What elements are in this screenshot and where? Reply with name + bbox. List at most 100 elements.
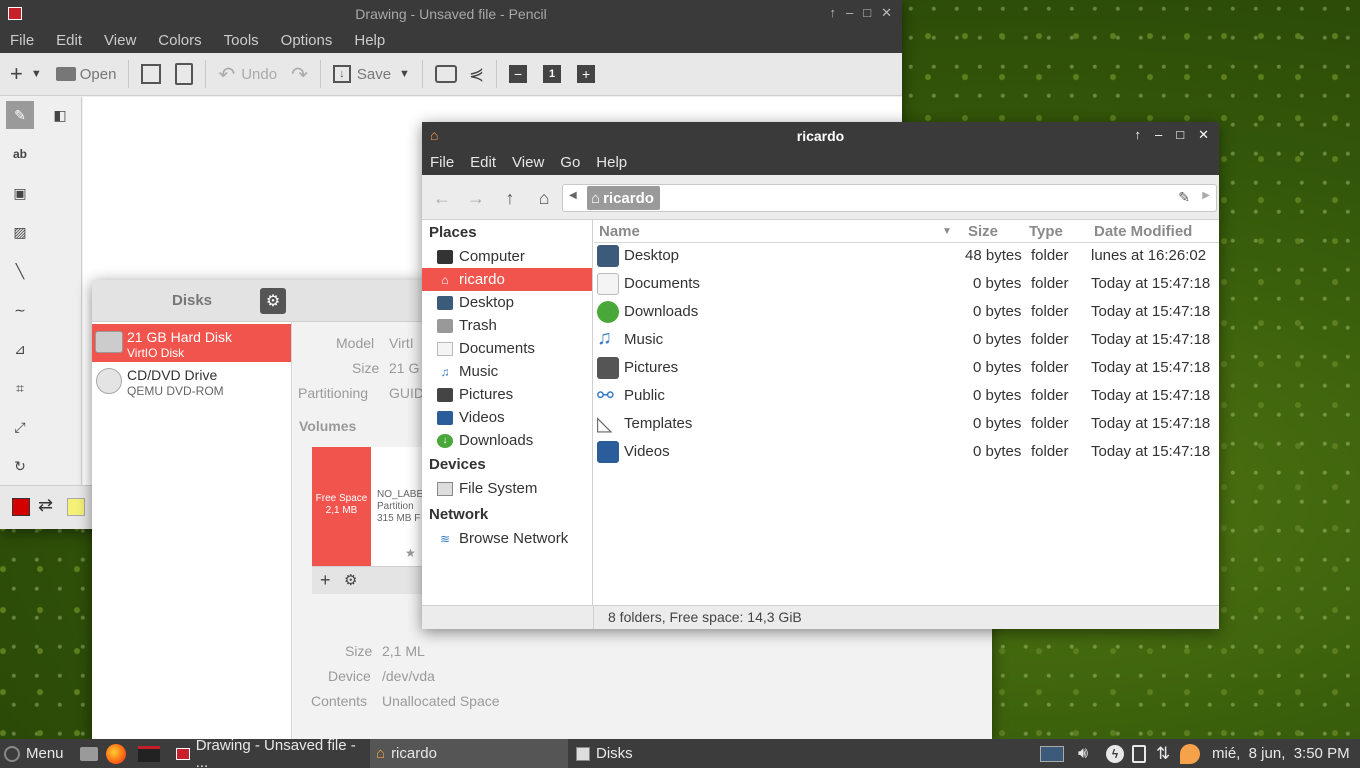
volume-partition[interactable]: NO_LABE Partition 315 MB F ★ bbox=[371, 447, 423, 566]
sidebar-item-pictures[interactable]: Pictures bbox=[422, 383, 592, 406]
partition-settings-icon[interactable]: ⚙ bbox=[344, 571, 357, 589]
table-row[interactable]: ♫ Music 0 bytes folder Today at 15:47:18 bbox=[594, 326, 1219, 354]
keep-above-icon[interactable]: ↑ bbox=[1135, 127, 1142, 143]
sidebar-item-music[interactable]: ♫ Music bbox=[422, 360, 592, 383]
sidebar-item-downloads[interactable]: ↓ Downloads bbox=[422, 429, 592, 452]
maximize-icon[interactable]: □ bbox=[863, 5, 871, 21]
redo-icon[interactable]: ↷ bbox=[291, 62, 308, 87]
table-row[interactable]: ◺ Templates 0 bytes folder Today at 15:4… bbox=[594, 410, 1219, 438]
power-icon[interactable]: ϟ bbox=[1106, 739, 1124, 768]
rotate-tool-icon[interactable]: ↻ bbox=[6, 452, 34, 480]
fm-menu-go[interactable]: Go bbox=[552, 154, 588, 171]
save-button[interactable]: ↓ Save bbox=[332, 65, 391, 83]
device-cd-dvd[interactable]: CD/DVD Drive QEMU DVD-ROM bbox=[92, 362, 291, 400]
sidebar-item-videos[interactable]: Videos bbox=[422, 406, 592, 429]
night-light-icon[interactable] bbox=[1180, 739, 1200, 768]
free-select-icon[interactable]: ▨ bbox=[6, 218, 34, 246]
close-icon[interactable]: ✕ bbox=[1198, 127, 1209, 143]
sidebar-item-trash[interactable]: Trash bbox=[422, 314, 592, 337]
keep-above-icon[interactable]: ↑ bbox=[830, 5, 837, 21]
open-button[interactable]: Open bbox=[55, 66, 116, 83]
page-number-button[interactable]: 1 bbox=[543, 65, 562, 83]
network-applet-icon[interactable]: ⇅ bbox=[1156, 739, 1170, 768]
device-hard-disk[interactable]: 21 GB Hard Disk VirtIO Disk bbox=[92, 324, 291, 362]
disks-settings-button[interactable]: ⚙ bbox=[260, 288, 286, 314]
print-icon[interactable] bbox=[434, 65, 457, 83]
fm-menu-view[interactable]: View bbox=[504, 154, 552, 171]
fm-menu-file[interactable]: File bbox=[422, 154, 462, 171]
save-dropdown-icon[interactable]: ▼ bbox=[399, 68, 410, 80]
column-type[interactable]: Type bbox=[1029, 223, 1063, 240]
minimize-icon[interactable]: – bbox=[846, 5, 853, 21]
table-row[interactable]: Downloads 0 bytes folder Today at 15:47:… bbox=[594, 298, 1219, 326]
add-partition-icon[interactable]: + bbox=[320, 570, 331, 591]
swap-colors-icon[interactable]: ⇄ bbox=[38, 495, 53, 516]
primary-color-swatch[interactable] bbox=[12, 498, 30, 516]
path-button-ricardo[interactable]: ⌂ ricardo bbox=[587, 186, 660, 210]
rectangle-select-icon[interactable]: ▣ bbox=[6, 179, 34, 207]
pencil-titlebar[interactable]: Drawing - Unsaved file - Pencil ↑ – □ ✕ bbox=[0, 0, 902, 27]
table-row[interactable]: Videos 0 bytes folder Today at 15:47:18 bbox=[594, 438, 1219, 466]
home-icon[interactable]: ⌂ bbox=[532, 187, 556, 209]
task-drawing[interactable]: Drawing - Unsaved file - ... bbox=[172, 737, 368, 768]
sidebar-item-computer[interactable]: Computer bbox=[422, 245, 592, 268]
task-ricardo[interactable]: ⌂ ricardo bbox=[370, 739, 568, 768]
menu-colors[interactable]: Colors bbox=[147, 32, 212, 49]
clipboard-applet-icon[interactable] bbox=[1132, 739, 1146, 768]
task-disks[interactable]: Disks bbox=[572, 739, 768, 768]
new-dropdown-icon[interactable]: ▼ bbox=[31, 68, 42, 80]
column-size[interactable]: Size bbox=[968, 223, 998, 240]
line-tool-icon[interactable]: ╲ bbox=[6, 257, 34, 285]
zoom-out-button[interactable]: − bbox=[509, 65, 528, 83]
workspace-switcher-icon[interactable] bbox=[1040, 739, 1064, 768]
pencil-tool-icon[interactable]: ✎ bbox=[6, 101, 34, 129]
clipboard-icon[interactable] bbox=[175, 63, 194, 85]
fm-menu-help[interactable]: Help bbox=[588, 154, 635, 171]
terminal-launcher-icon[interactable] bbox=[138, 739, 160, 768]
table-row[interactable]: Documents 0 bytes folder Today at 15:47:… bbox=[594, 270, 1219, 298]
menu-tools[interactable]: Tools bbox=[213, 32, 270, 49]
table-row[interactable]: ⚯ Public 0 bytes folder Today at 15:47:1… bbox=[594, 382, 1219, 410]
menu-edit[interactable]: Edit bbox=[45, 32, 93, 49]
curve-tool-icon[interactable]: ∼ bbox=[6, 296, 34, 324]
menu-file[interactable]: File bbox=[0, 32, 45, 49]
up-icon[interactable]: ↑ bbox=[498, 187, 522, 209]
new-icon[interactable]: + bbox=[10, 61, 23, 87]
table-row[interactable]: Desktop 48 bytes folder lunes at 16:26:0… bbox=[594, 242, 1219, 270]
crop-tool-icon[interactable]: ⌗ bbox=[6, 374, 34, 402]
sidebar-item-file-system[interactable]: File System bbox=[422, 477, 592, 500]
zoom-in-button[interactable]: + bbox=[577, 65, 596, 83]
sidebar-item-desktop[interactable]: Desktop bbox=[422, 291, 592, 314]
undo-button[interactable]: ↶ Undo bbox=[218, 62, 277, 87]
edit-path-icon[interactable]: ✎ bbox=[1178, 189, 1190, 206]
maximize-icon[interactable]: □ bbox=[1176, 127, 1184, 143]
files-launcher-icon[interactable] bbox=[80, 739, 98, 768]
text-tool-icon[interactable]: ab bbox=[6, 140, 34, 168]
menu-view[interactable]: View bbox=[93, 32, 147, 49]
secondary-color-swatch[interactable] bbox=[67, 498, 85, 516]
share-icon[interactable]: ⋞ bbox=[469, 64, 484, 85]
path-scroll-left-icon[interactable]: ◀ bbox=[569, 190, 577, 201]
volume-icon[interactable]: 🔊︎ bbox=[1078, 739, 1088, 768]
menu-button[interactable]: Menu bbox=[4, 739, 64, 768]
resize-tool-icon[interactable]: ⤢ bbox=[6, 413, 34, 441]
new-page-icon[interactable] bbox=[141, 64, 162, 84]
menu-options[interactable]: Options bbox=[270, 32, 344, 49]
column-name[interactable]: Name bbox=[599, 223, 640, 240]
forward-icon[interactable]: → bbox=[464, 187, 488, 209]
sidebar-item-browse-network[interactable]: ≋ Browse Network bbox=[422, 527, 592, 550]
polygon-tool-icon[interactable]: ⊿ bbox=[6, 335, 34, 363]
firefox-launcher-icon[interactable] bbox=[106, 739, 126, 768]
column-date[interactable]: Date Modified bbox=[1094, 223, 1192, 240]
close-icon[interactable]: ✕ bbox=[881, 5, 892, 21]
back-icon[interactable]: ← bbox=[430, 187, 454, 209]
path-scroll-right-icon[interactable]: ▶ bbox=[1202, 190, 1210, 201]
table-row[interactable]: Pictures 0 bytes folder Today at 15:47:1… bbox=[594, 354, 1219, 382]
clock[interactable]: mié, 8 jun, 3:50 PM bbox=[1212, 739, 1350, 768]
volume-free-space[interactable]: Free Space 2,1 MB bbox=[312, 447, 371, 566]
panel-toggle-icon[interactable]: ◧ bbox=[46, 101, 74, 129]
sidebar-item-documents[interactable]: Documents bbox=[422, 337, 592, 360]
menu-help[interactable]: Help bbox=[343, 32, 396, 49]
sidebar-item-ricardo[interactable]: ⌂ ricardo bbox=[422, 268, 592, 291]
minimize-icon[interactable]: – bbox=[1155, 127, 1162, 143]
